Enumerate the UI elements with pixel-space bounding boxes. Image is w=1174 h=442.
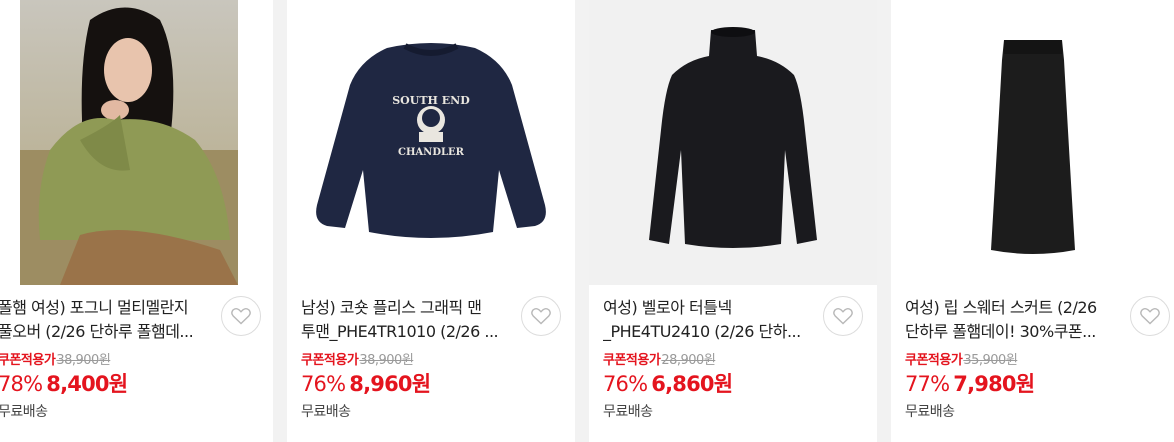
- discount-rate: 78%: [0, 372, 43, 396]
- product-title-line[interactable]: 남성) 코숏 플리스 그래픽 맨: [301, 296, 511, 320]
- sale-price: 7,980원: [953, 372, 1035, 396]
- coupon-label: 쿠폰적용가: [301, 353, 359, 368]
- product-card[interactable]: 여성) 립 스웨터 스커트 (2/26 단하루 폴햄데이! 30%쿠폰... 쿠…: [891, 0, 1174, 442]
- original-price-unit: 원: [703, 353, 716, 368]
- product-title[interactable]: 폴햄 여성) 포그니 멀티멜란지 풀오버 (2/26 단하루 폴햄데...: [0, 296, 208, 344]
- shipping-info: 무료배송: [301, 404, 351, 420]
- print-text-bottom: CHANDLER: [398, 147, 465, 158]
- heart-icon: [231, 308, 251, 325]
- discount-rate: 77%: [905, 372, 950, 396]
- product-image[interactable]: [589, 0, 877, 285]
- woman-photo: [20, 0, 238, 285]
- product-title[interactable]: 남성) 코숏 플리스 그래픽 맨 투맨_PHE4TR1010 (2/26 ...: [301, 296, 511, 344]
- original-price: 38,900: [359, 353, 402, 368]
- shipping-info: 무료배송: [905, 404, 955, 420]
- original-price-unit: 원: [98, 353, 111, 368]
- coupon-price-row: 쿠폰적용가28,900원: [603, 349, 716, 368]
- turtleneck-photo: [589, 0, 877, 285]
- heart-icon: [1140, 308, 1160, 325]
- discount-rate: 76%: [603, 372, 648, 396]
- product-title-line[interactable]: 투맨_PHE4TR1010 (2/26 ...: [301, 320, 511, 344]
- shipping-info: 무료배송: [603, 404, 653, 420]
- sale-price: 8,400원: [46, 372, 128, 396]
- product-image[interactable]: SOUTH END CHANDLER: [287, 0, 575, 285]
- shipping-info: 무료배송: [0, 404, 48, 420]
- product-title-line[interactable]: 단하루 폴햄데이! 30%쿠폰...: [905, 320, 1115, 344]
- sale-price: 8,960원: [349, 372, 431, 396]
- original-price: 35,900: [963, 353, 1006, 368]
- original-price-unit: 원: [401, 353, 414, 368]
- coupon-label: 쿠폰적용가: [905, 353, 963, 368]
- wishlist-button[interactable]: [221, 296, 261, 336]
- skirt-photo: [891, 0, 1174, 285]
- heart-icon: [833, 308, 853, 325]
- product-card[interactable]: SOUTH END CHANDLER 남성) 코숏 플리스 그래픽 맨 투맨_P…: [287, 0, 575, 442]
- original-price-unit: 원: [1005, 353, 1018, 368]
- product-title-line[interactable]: 여성) 립 스웨터 스커트 (2/26: [905, 296, 1115, 320]
- coupon-price-row: 쿠폰적용가38,900원: [301, 349, 414, 368]
- discount-rate: 76%: [301, 372, 346, 396]
- coupon-label: 쿠폰적용가: [0, 353, 56, 368]
- product-card[interactable]: 폴햄 여성) 포그니 멀티멜란지 풀오버 (2/26 단하루 폴햄데... 쿠폰…: [0, 0, 273, 442]
- product-title-line[interactable]: 풀오버 (2/26 단하루 폴햄데...: [0, 320, 208, 344]
- print-text-top: SOUTH END: [392, 94, 470, 107]
- coupon-price-row: 쿠폰적용가35,900원: [905, 349, 1018, 368]
- sweatshirt-photo: SOUTH END CHANDLER: [287, 0, 575, 285]
- wishlist-button[interactable]: [521, 296, 561, 336]
- product-title-line[interactable]: 폴햄 여성) 포그니 멀티멜란지: [0, 296, 208, 320]
- coupon-price-row: 쿠폰적용가38,900원: [0, 349, 111, 368]
- sale-price-row: 76% 8,960원: [301, 368, 431, 398]
- wishlist-button[interactable]: [823, 296, 863, 336]
- product-image[interactable]: [891, 0, 1174, 285]
- product-image[interactable]: [20, 0, 238, 285]
- sale-price-row: 77% 7,980원: [905, 368, 1035, 398]
- product-title-line[interactable]: 여성) 벨로아 터틀넥: [603, 296, 813, 320]
- sale-price-row: 76% 6,860원: [603, 368, 733, 398]
- sale-price: 6,860원: [651, 372, 733, 396]
- coupon-label: 쿠폰적용가: [603, 353, 661, 368]
- product-title[interactable]: 여성) 립 스웨터 스커트 (2/26 단하루 폴햄데이! 30%쿠폰...: [905, 296, 1115, 344]
- wishlist-button[interactable]: [1130, 296, 1170, 336]
- product-card[interactable]: 여성) 벨로아 터틀넥 _PHE4TU2410 (2/26 단하... 쿠폰적용…: [589, 0, 877, 442]
- heart-icon: [531, 308, 551, 325]
- original-price: 28,900: [661, 353, 704, 368]
- sale-price-row: 78% 8,400원: [0, 368, 128, 398]
- product-title[interactable]: 여성) 벨로아 터틀넥 _PHE4TU2410 (2/26 단하...: [603, 296, 813, 344]
- product-title-line[interactable]: _PHE4TU2410 (2/26 단하...: [603, 320, 813, 344]
- original-price: 38,900: [56, 353, 99, 368]
